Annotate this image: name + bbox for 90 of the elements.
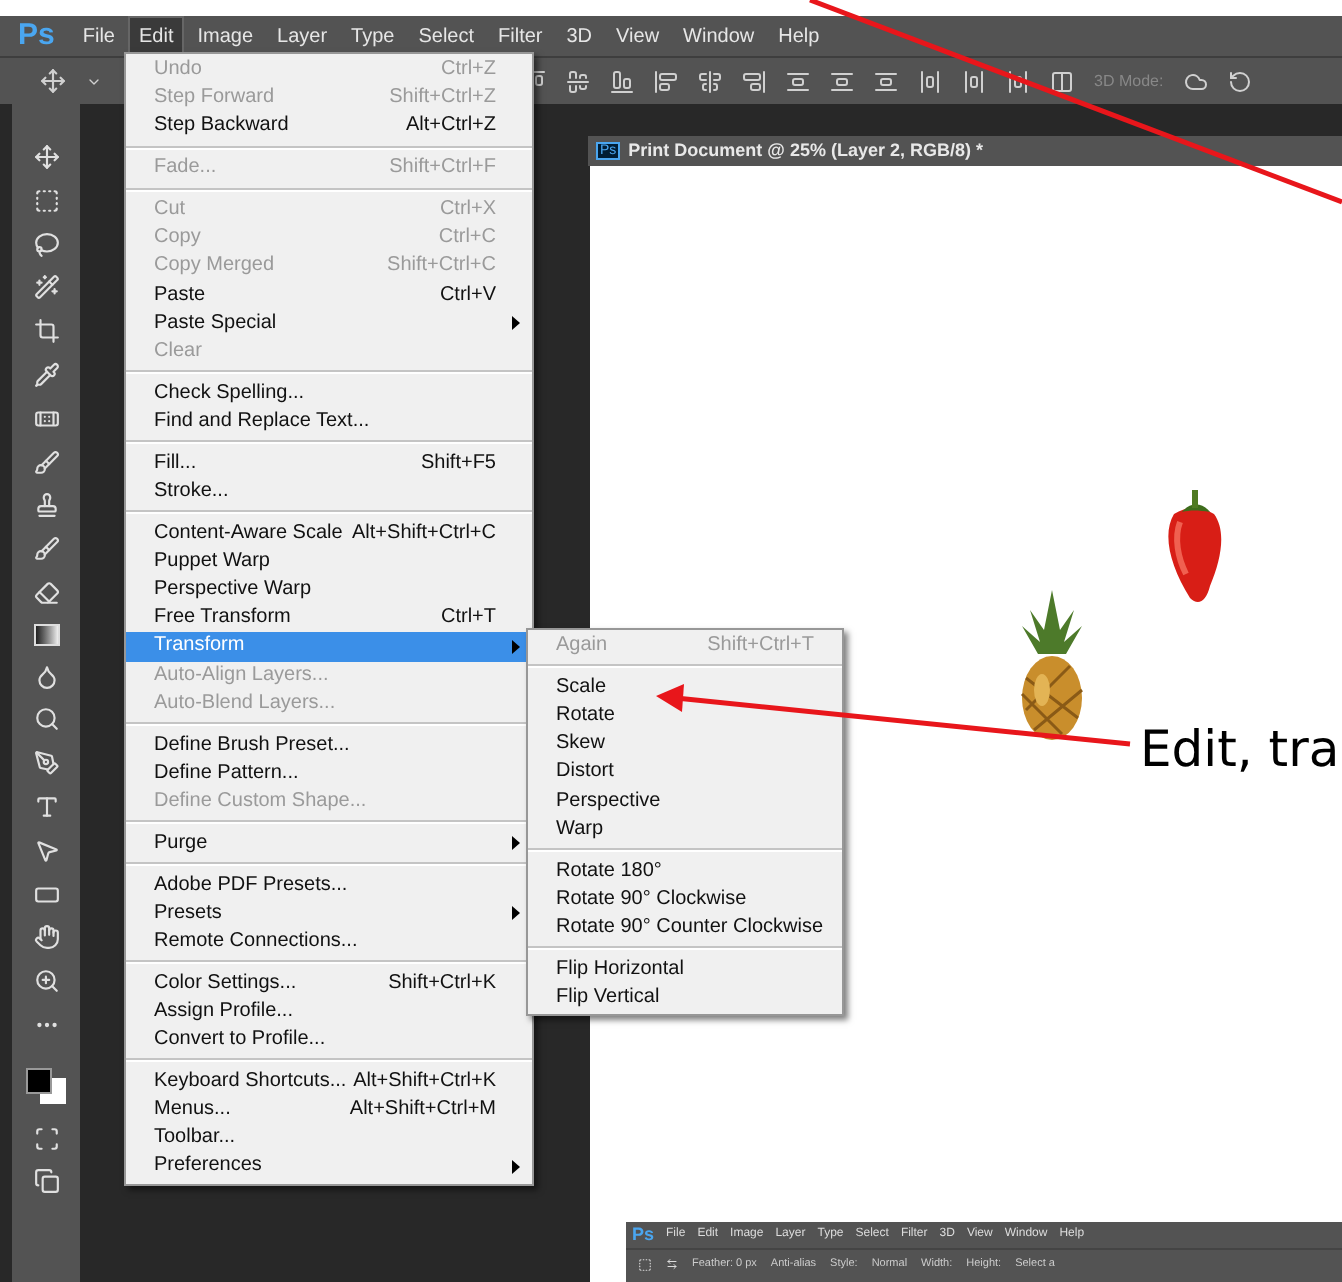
move-icon[interactable] [40,68,66,94]
wand-icon[interactable] [33,274,59,301]
menu-item[interactable]: Rotate 90° Clockwise [528,885,842,914]
menu-item[interactable]: Presets [126,899,532,928]
app-logo: Ps [18,15,55,56]
menu-item[interactable]: Toolbar... [126,1124,532,1153]
menu-bar-item[interactable]: Filter [488,15,553,57]
menu-item[interactable]: Define Brush Preset... [126,731,532,760]
crop-icon[interactable] [33,318,59,345]
align-middle-icon[interactable] [566,69,590,93]
marquee-icon[interactable] [33,187,59,214]
distribute-bottom-icon[interactable] [874,69,898,93]
menu-item[interactable]: Rotate 90° Counter Clockwise [528,913,842,943]
submenu-arrow-icon [512,836,520,851]
menu-item[interactable]: Find and Replace Text... [126,407,532,437]
pointer-icon[interactable] [33,837,59,864]
menu-item[interactable]: Flip Vertical [528,983,842,1013]
distribute-center-icon[interactable] [962,69,986,93]
menu-bar-item[interactable]: Help [768,15,830,57]
menu-item[interactable]: Remote Connections... [126,927,532,956]
menu-item[interactable]: Preferences [126,1152,532,1181]
menu-item[interactable]: Warp [528,815,842,844]
gradient-icon[interactable] [33,623,59,646]
menu-item[interactable]: Convert to Profile... [126,1025,532,1055]
menu-item[interactable]: Rotate [528,701,842,731]
hand-icon[interactable] [33,924,59,951]
distribute-right-icon[interactable] [1006,69,1030,93]
annotation-text: Edit, tra [1140,724,1340,774]
type-tool-icon[interactable] [33,793,59,820]
distribute-left-icon[interactable] [918,69,942,93]
menu-item[interactable]: Define Pattern... [126,759,532,788]
menu-item[interactable]: Skew [528,730,842,759]
menu-bar-item[interactable]: Type [341,15,405,57]
align-bottom-icon[interactable] [610,69,634,93]
menu-item[interactable]: Paste Special [126,309,532,338]
stamp-icon[interactable] [33,492,59,519]
zoom-icon[interactable] [33,968,59,995]
rotate-icon[interactable] [1227,69,1252,93]
distribute-middle-icon[interactable] [830,69,854,93]
cloud-icon[interactable] [1183,69,1208,93]
menu-item[interactable]: Color Settings... Shift+Ctrl+K [126,969,532,998]
menu-bar-item[interactable]: Image [187,15,264,57]
distribute-top-icon[interactable] [786,69,810,93]
menu-item[interactable]: Content-Aware Scale Alt+Shift+Ctrl+C [126,519,532,548]
menu-item[interactable]: Perspective [528,787,842,816]
auto-align-icon[interactable] [1050,69,1074,93]
menu-item[interactable]: Purge [126,829,532,858]
submenu-arrow-icon [512,906,520,921]
menu-item[interactable]: Scale [528,673,842,702]
lasso-icon[interactable] [33,231,59,258]
menu-item[interactable]: Adobe PDF Presets... [126,870,532,900]
menu-item[interactable]: Perspective Warp [126,575,532,605]
screen-mode-icon[interactable] [33,1168,59,1195]
menu-item[interactable]: Puppet Warp [126,547,532,576]
eraser-icon[interactable] [33,579,59,606]
menu-bar-item[interactable]: View [606,15,670,57]
menu-item[interactable]: Free Transform Ctrl+T [126,604,532,633]
menu-item[interactable]: Step Backward Alt+Ctrl+Z [126,112,532,142]
menu-item[interactable]: Distort [528,758,842,788]
quick-mask-icon[interactable] [33,1125,59,1152]
rectangle-icon[interactable] [33,881,59,908]
menu-bar-item[interactable]: Window [673,15,765,57]
menu-item[interactable]: Paste Ctrl+V [126,281,532,310]
menu-item[interactable]: Rotate 180° [528,857,842,886]
eyedropper-icon[interactable] [33,361,59,388]
menu-item[interactable]: Stroke... [126,477,532,506]
brush-icon[interactable] [33,449,59,476]
menu-item[interactable]: Keyboard Shortcuts... Alt+Shift+Ctrl+K [126,1067,532,1096]
menu-item[interactable]: Menus... Alt+Shift+Ctrl+M [126,1095,532,1125]
menu-bar-item[interactable]: Select [408,15,485,57]
submenu-arrow-icon [512,639,520,654]
app-logo: Ps [632,1221,655,1248]
menu-bar-item[interactable]: 3D [556,15,603,57]
align-left-icon[interactable] [654,69,678,93]
menu-item[interactable]: Flip Horizontal [528,955,842,984]
submenu-arrow-icon [512,1159,520,1174]
align-center-icon[interactable] [698,69,722,93]
menu-item[interactable]: Check Spelling... [126,379,532,408]
menu-item[interactable]: Assign Profile... [126,997,532,1026]
align-right-icon[interactable] [742,69,766,93]
droplet-icon[interactable] [33,663,59,690]
document-title: Print Document @ 25% (Layer 2, RGB/8) * [628,137,983,164]
menu-item[interactable]: Fill... Shift+F5 [126,449,532,478]
swap-icon [666,1258,678,1270]
menu-bar-item[interactable]: File [72,15,125,57]
pen-icon[interactable] [33,750,59,777]
bandage-icon[interactable] [33,405,59,432]
menu-bar-item[interactable]: Layer [267,15,338,57]
submenu-arrow-icon [512,316,520,331]
move-icon[interactable] [33,144,59,170]
